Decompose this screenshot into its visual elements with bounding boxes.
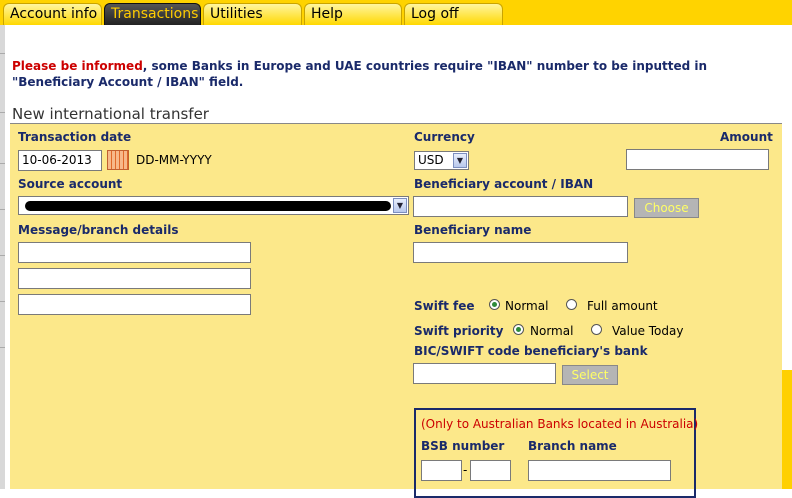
- tab-utilities[interactable]: Utilities: [203, 3, 302, 25]
- top-nav-bar: Account info Transactions Utilities Help…: [0, 0, 792, 25]
- beneficiary-name-label: Beneficiary name: [414, 223, 532, 237]
- bsb-separator: -: [463, 463, 468, 477]
- bic-swift-label: BIC/SWIFT code beneficiary's bank: [414, 344, 648, 358]
- source-account-label: Source account: [18, 177, 123, 191]
- currency-select[interactable]: USD ▼: [414, 151, 469, 170]
- swift-fee-normal-radio[interactable]: [489, 299, 500, 310]
- chevron-down-icon: ▼: [453, 153, 467, 168]
- swift-priority-value-today-radio[interactable]: [591, 324, 602, 335]
- branch-name-input[interactable]: [528, 460, 671, 481]
- swift-priority-normal-label: Normal: [530, 324, 574, 338]
- message-field-2[interactable]: [18, 268, 251, 289]
- notice-emphasis: Please be informed: [12, 59, 143, 73]
- beneficiary-account-label: Beneficiary account / IBAN: [414, 177, 594, 191]
- beneficiary-account-input[interactable]: [413, 196, 628, 217]
- chevron-down-icon: ▼: [393, 198, 407, 213]
- tab-log-off[interactable]: Log off: [404, 3, 503, 25]
- swift-fee-label: Swift fee: [414, 299, 475, 313]
- amount-input[interactable]: [626, 149, 769, 170]
- beneficiary-name-input[interactable]: [413, 242, 628, 263]
- message-label: Message/branch details: [18, 223, 179, 237]
- right-edge-strip: [782, 370, 792, 489]
- australia-note: (Only to Australian Banks located in Aus…: [421, 417, 699, 431]
- tab-transactions[interactable]: Transactions: [104, 3, 201, 25]
- swift-fee-normal-label: Normal: [505, 299, 549, 313]
- transaction-date-input[interactable]: 10-06-2013: [18, 150, 102, 171]
- transaction-date-label: Transaction date: [18, 130, 132, 144]
- swift-priority-value-today-label: Value Today: [612, 324, 684, 338]
- iban-notice: Please be informed, some Banks in Europe…: [12, 58, 772, 90]
- choose-button[interactable]: Choose: [634, 198, 699, 218]
- tab-help[interactable]: Help: [304, 3, 402, 25]
- bic-swift-input[interactable]: [413, 363, 556, 384]
- bsb-part-2-input[interactable]: [470, 460, 511, 481]
- source-account-select[interactable]: ▼: [18, 196, 409, 215]
- bsb-number-label: BSB number: [421, 439, 505, 453]
- currency-label: Currency: [414, 130, 475, 144]
- redacted-account-bar: [25, 201, 391, 211]
- swift-priority-normal-radio[interactable]: [513, 324, 524, 335]
- bsb-part-1-input[interactable]: [421, 460, 462, 481]
- calendar-icon[interactable]: [107, 150, 129, 170]
- date-format-hint: DD-MM-YYYY: [136, 153, 212, 167]
- message-field-3[interactable]: [18, 294, 251, 315]
- branch-name-label: Branch name: [528, 439, 617, 453]
- left-edge-strip: [0, 25, 5, 489]
- swift-priority-label: Swift priority: [414, 324, 504, 338]
- page-title: New international transfer: [12, 105, 209, 123]
- tab-account-info[interactable]: Account info: [3, 3, 102, 25]
- message-field-1[interactable]: [18, 242, 251, 263]
- amount-label: Amount: [720, 130, 773, 144]
- swift-fee-full-label: Full amount: [587, 299, 658, 313]
- select-button[interactable]: Select: [562, 365, 618, 385]
- currency-value: USD: [418, 153, 444, 167]
- swift-fee-full-radio[interactable]: [566, 299, 577, 310]
